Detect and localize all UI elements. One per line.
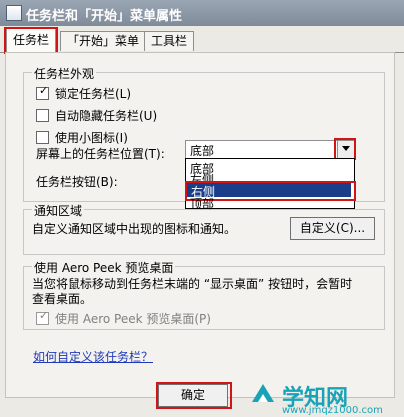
dialog-window: 任务栏和「开始」菜单属性 任务栏 「开始」菜单 工具栏 任务栏外观 ✓ 锁定任务… (0, 0, 404, 417)
auto-hide-option[interactable]: 自动隐藏任务栏(U) (36, 107, 157, 124)
notification-area-group: 通知区域 自定义通知区域中出现的图标和通知。 自定义(C)... (23, 202, 385, 255)
option-top[interactable]: 顶部 (190, 195, 214, 212)
window-title: 任务栏和「开始」菜单属性 (26, 9, 183, 24)
aero-peek-title: 使用 Aero Peek 预览桌面 (32, 259, 176, 276)
tab-bar: 任务栏 「开始」菜单 工具栏 (0, 26, 404, 53)
taskbar-appearance-title: 任务栏外观 (32, 65, 97, 82)
title-bar: 任务栏和「开始」菜单属性 (0, 0, 404, 26)
brand-logo-icon (252, 384, 274, 402)
aero-peek-checkbox[interactable]: ✓ (36, 309, 49, 325)
customize-button[interactable]: 自定义(C)... (290, 217, 375, 240)
lock-taskbar-label: 锁定任务栏(L) (55, 87, 132, 101)
small-icons-checkbox[interactable] (36, 131, 49, 144)
window-icon (6, 5, 22, 21)
small-icons-option[interactable]: 使用小图标(I) (36, 129, 128, 146)
dropdown-highlight-box (334, 138, 356, 160)
notification-area-title: 通知区域 (32, 202, 85, 219)
aero-peek-group: 使用 Aero Peek 预览桌面 当您将鼠标移动到任务栏末端的 “显示桌面” … (23, 259, 385, 330)
tab-toolbars[interactable]: 工具栏 (144, 31, 195, 51)
aero-peek-description-line-2: 查看桌面。 (32, 292, 93, 306)
taskbar-position-label: 屏幕上的任务栏位置(T): (36, 147, 165, 161)
tab-highlight-box (4, 27, 58, 54)
help-link[interactable]: 如何自定义该任务栏？ (33, 348, 153, 365)
notification-area-description: 自定义通知区域中出现的图标和通知。 (32, 222, 237, 236)
ok-highlight-box (156, 382, 232, 409)
aero-peek-checkbox-label: 使用 Aero Peek 预览桌面(P) (55, 312, 211, 326)
lock-taskbar-checkbox[interactable]: ✓ (36, 84, 49, 100)
lock-taskbar-option[interactable]: ✓ 锁定任务栏(L) (36, 85, 131, 102)
taskbar-position-value: 底部 (190, 144, 215, 158)
tab-start-menu[interactable]: 「开始」菜单 (60, 31, 147, 51)
aero-peek-option[interactable]: ✓ 使用 Aero Peek 预览桌面(P) (36, 310, 211, 327)
taskbar-buttons-label: 任务栏按钮(B): (36, 175, 118, 189)
watermark-url: www.jmqz1000.com (282, 405, 383, 416)
taskbar-position-options: 底部 左侧 右侧 顶部 (185, 158, 356, 212)
taskbar-position-dropdown[interactable]: 底部 (185, 140, 355, 159)
check-mark-icon: ✓ (39, 84, 49, 97)
check-mark-icon: ✓ (39, 309, 49, 322)
small-icons-label: 使用小图标(I) (55, 131, 128, 145)
tab-panel: 任务栏外观 ✓ 锁定任务栏(L) 自动隐藏任务栏(U) 使用小图标(I) 屏幕上… (5, 52, 395, 398)
auto-hide-checkbox[interactable] (36, 109, 49, 122)
auto-hide-label: 自动隐藏任务栏(U) (55, 109, 158, 123)
